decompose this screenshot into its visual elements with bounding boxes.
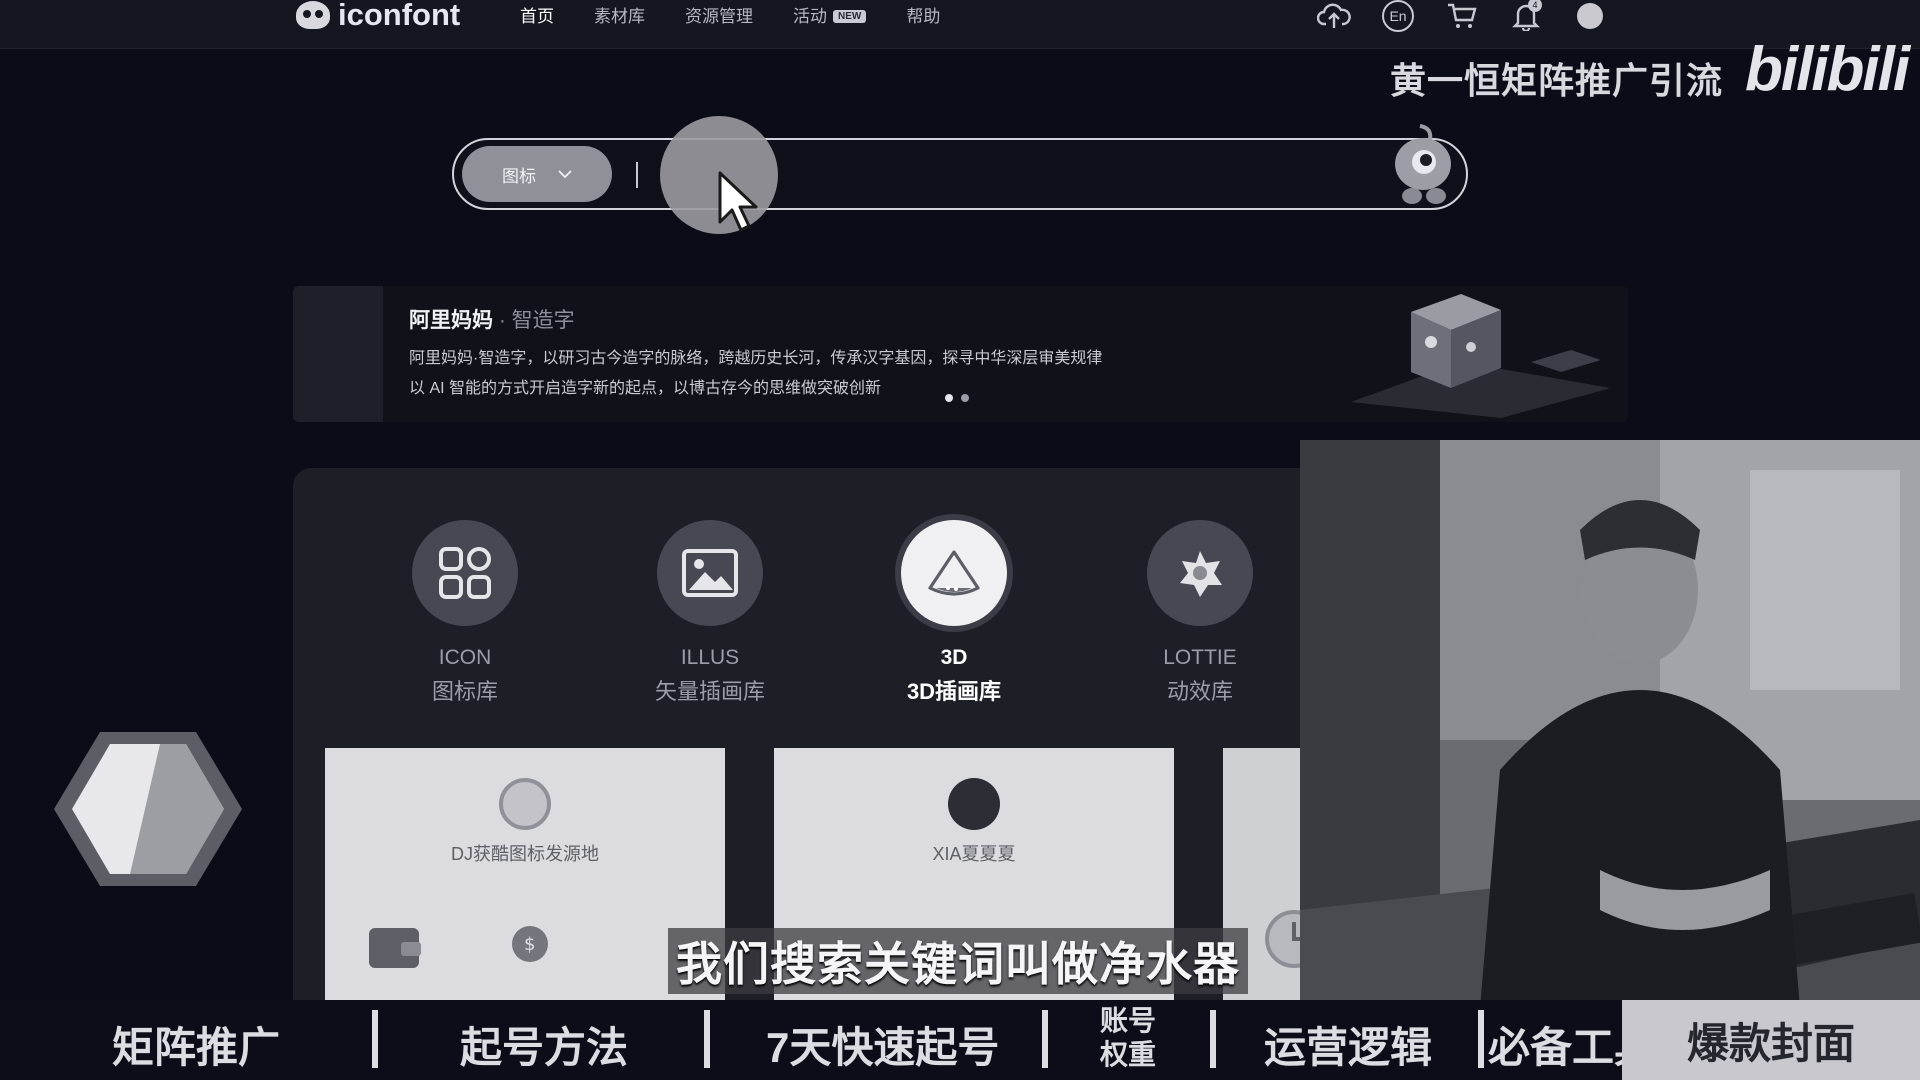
banner-title-sub: · 智造字 xyxy=(493,309,575,332)
nav-item-events[interactable]: 活动 NEW xyxy=(793,2,867,27)
grid-icon xyxy=(412,520,518,626)
carousel-dot[interactable] xyxy=(961,394,969,402)
carousel-dots xyxy=(945,394,969,402)
category-en-label: ILLUS xyxy=(680,646,740,669)
carousel-dot[interactable] xyxy=(945,394,953,402)
category-3d-library[interactable]: 3D 3D插画库 xyxy=(874,520,1034,706)
category-cn-label: 3D插画库 xyxy=(906,679,1002,704)
banner-3d-cube-image xyxy=(1351,294,1611,418)
lottie-flower-icon xyxy=(1147,520,1253,626)
category-en-label: ICON xyxy=(438,646,492,669)
money-bag-icon: $ xyxy=(512,926,548,962)
menu-divider xyxy=(372,1010,378,1068)
search-type-label: 图标 xyxy=(502,166,536,186)
language-label: En xyxy=(1382,0,1414,32)
menu-7-day-start[interactable]: 7天快速起号 xyxy=(766,1014,999,1075)
nav-item-home[interactable]: 首页 xyxy=(520,2,554,27)
banner-description-line2: 以 AI 智能的方式开启造字新的起点，以博古存今的思维做突破创新 xyxy=(409,380,882,397)
video-subtitle: 我们搜索关键词叫做净水器 xyxy=(668,928,1248,994)
top-navigation: iconfont 首页 素材库 资源管理 活动 NEW 帮助 En 4 xyxy=(0,0,1920,49)
watermark-text: 黄一恒矩阵推广引流 xyxy=(1390,60,1724,101)
mascot-icon xyxy=(1395,124,1451,204)
header-actions: En 4 xyxy=(1316,0,1608,32)
menu-operation-logic[interactable]: 运营逻辑 xyxy=(1264,1014,1432,1075)
image-icon xyxy=(657,520,763,626)
menu-account-weight[interactable]: 账号 权重 xyxy=(1100,1004,1156,1072)
menu-matrix-promotion[interactable]: 矩阵推广 xyxy=(112,1014,280,1075)
user-avatar[interactable] xyxy=(1572,0,1608,32)
svg-text:$: $ xyxy=(524,934,535,955)
language-icon[interactable]: En xyxy=(1380,0,1416,32)
search-bar: 图标 xyxy=(452,124,1468,210)
menu-divider xyxy=(1478,1010,1484,1068)
logo-text: iconfont xyxy=(338,0,461,32)
menu-account-start-method[interactable]: 起号方法 xyxy=(460,1014,628,1075)
avatar-icon xyxy=(1577,3,1603,29)
bell-icon[interactable]: 4 xyxy=(1508,0,1544,32)
hexagon-badge-icon xyxy=(54,732,242,886)
chevron-down-icon xyxy=(558,169,572,178)
wallet-icon xyxy=(369,928,421,968)
bottom-topic-menu: 矩阵推广 起号方法 7天快速起号 账号 权重 运营逻辑 必备工具 爆款封面 xyxy=(0,1000,1920,1080)
webcam-presenter-video xyxy=(1300,440,1920,1008)
menu-viral-cover[interactable]: 爆款封面 xyxy=(1622,1000,1920,1080)
category-en-label: 3D xyxy=(940,646,968,669)
collection-card-title: DJ获酷图标发源地 xyxy=(451,844,599,864)
category-en-label: LOTTIE xyxy=(1163,646,1237,669)
menu-divider xyxy=(1210,1010,1216,1068)
banner-left-image xyxy=(293,286,383,422)
nav-item-materials[interactable]: 素材库 xyxy=(594,2,645,27)
banner-title: 阿里妈妈 · 智造字 xyxy=(409,304,575,334)
search-type-dropdown[interactable]: 图标 xyxy=(462,146,612,202)
banner-title-main: 阿里妈妈 xyxy=(409,309,493,332)
category-lottie-library[interactable]: LOTTIE 动效库 xyxy=(1120,520,1280,706)
category-cn-label: 图标库 xyxy=(431,679,498,704)
category-cn-label: 动效库 xyxy=(1166,679,1233,704)
collection-card[interactable]: DJ获酷图标发源地 $ xyxy=(325,748,725,1008)
upload-cloud-icon[interactable] xyxy=(1316,0,1352,32)
nav-item-resources[interactable]: 资源管理 xyxy=(685,2,753,27)
xia-avatar-icon xyxy=(948,778,1000,830)
iconfont-logo[interactable]: iconfont xyxy=(296,0,461,32)
nav-item-help[interactable]: 帮助 xyxy=(906,2,940,27)
category-illustration-library[interactable]: ILLUS 矢量插画库 xyxy=(630,520,790,706)
menu-divider xyxy=(1042,1010,1048,1068)
category-icon-library[interactable]: ICON 图标库 xyxy=(385,520,545,706)
category-cn-label: 矢量插画库 xyxy=(654,679,765,704)
collection-card-title: XIA夏夏夏 xyxy=(932,844,1016,864)
mouse-cursor-icon xyxy=(718,171,758,232)
bilibili-logo: bilibili xyxy=(1745,35,1910,104)
logo-mark-icon xyxy=(296,1,330,29)
menu-account-weight-line1: 账号 xyxy=(1100,1005,1157,1036)
dj-logo-icon xyxy=(499,778,551,830)
new-badge: NEW xyxy=(833,10,867,23)
menu-divider xyxy=(704,1010,710,1068)
cart-icon[interactable] xyxy=(1444,0,1480,32)
main-nav: 首页 素材库 资源管理 活动 NEW 帮助 xyxy=(520,2,980,27)
banner-description-line1: 阿里妈妈·智造字，以研习古今造字的脉络，跨越历史长河，传承汉字基因，探寻中华深层… xyxy=(409,350,1103,367)
menu-account-weight-line2: 权重 xyxy=(1100,1039,1157,1070)
nav-item-events-label: 活动 xyxy=(793,7,827,26)
text-caret xyxy=(636,162,638,188)
pyramid-3d-icon xyxy=(901,520,1007,626)
promo-banner[interactable]: 阿里妈妈 · 智造字 阿里妈妈·智造字，以研习古今造字的脉络，跨越历史长河，传承… xyxy=(293,286,1628,422)
